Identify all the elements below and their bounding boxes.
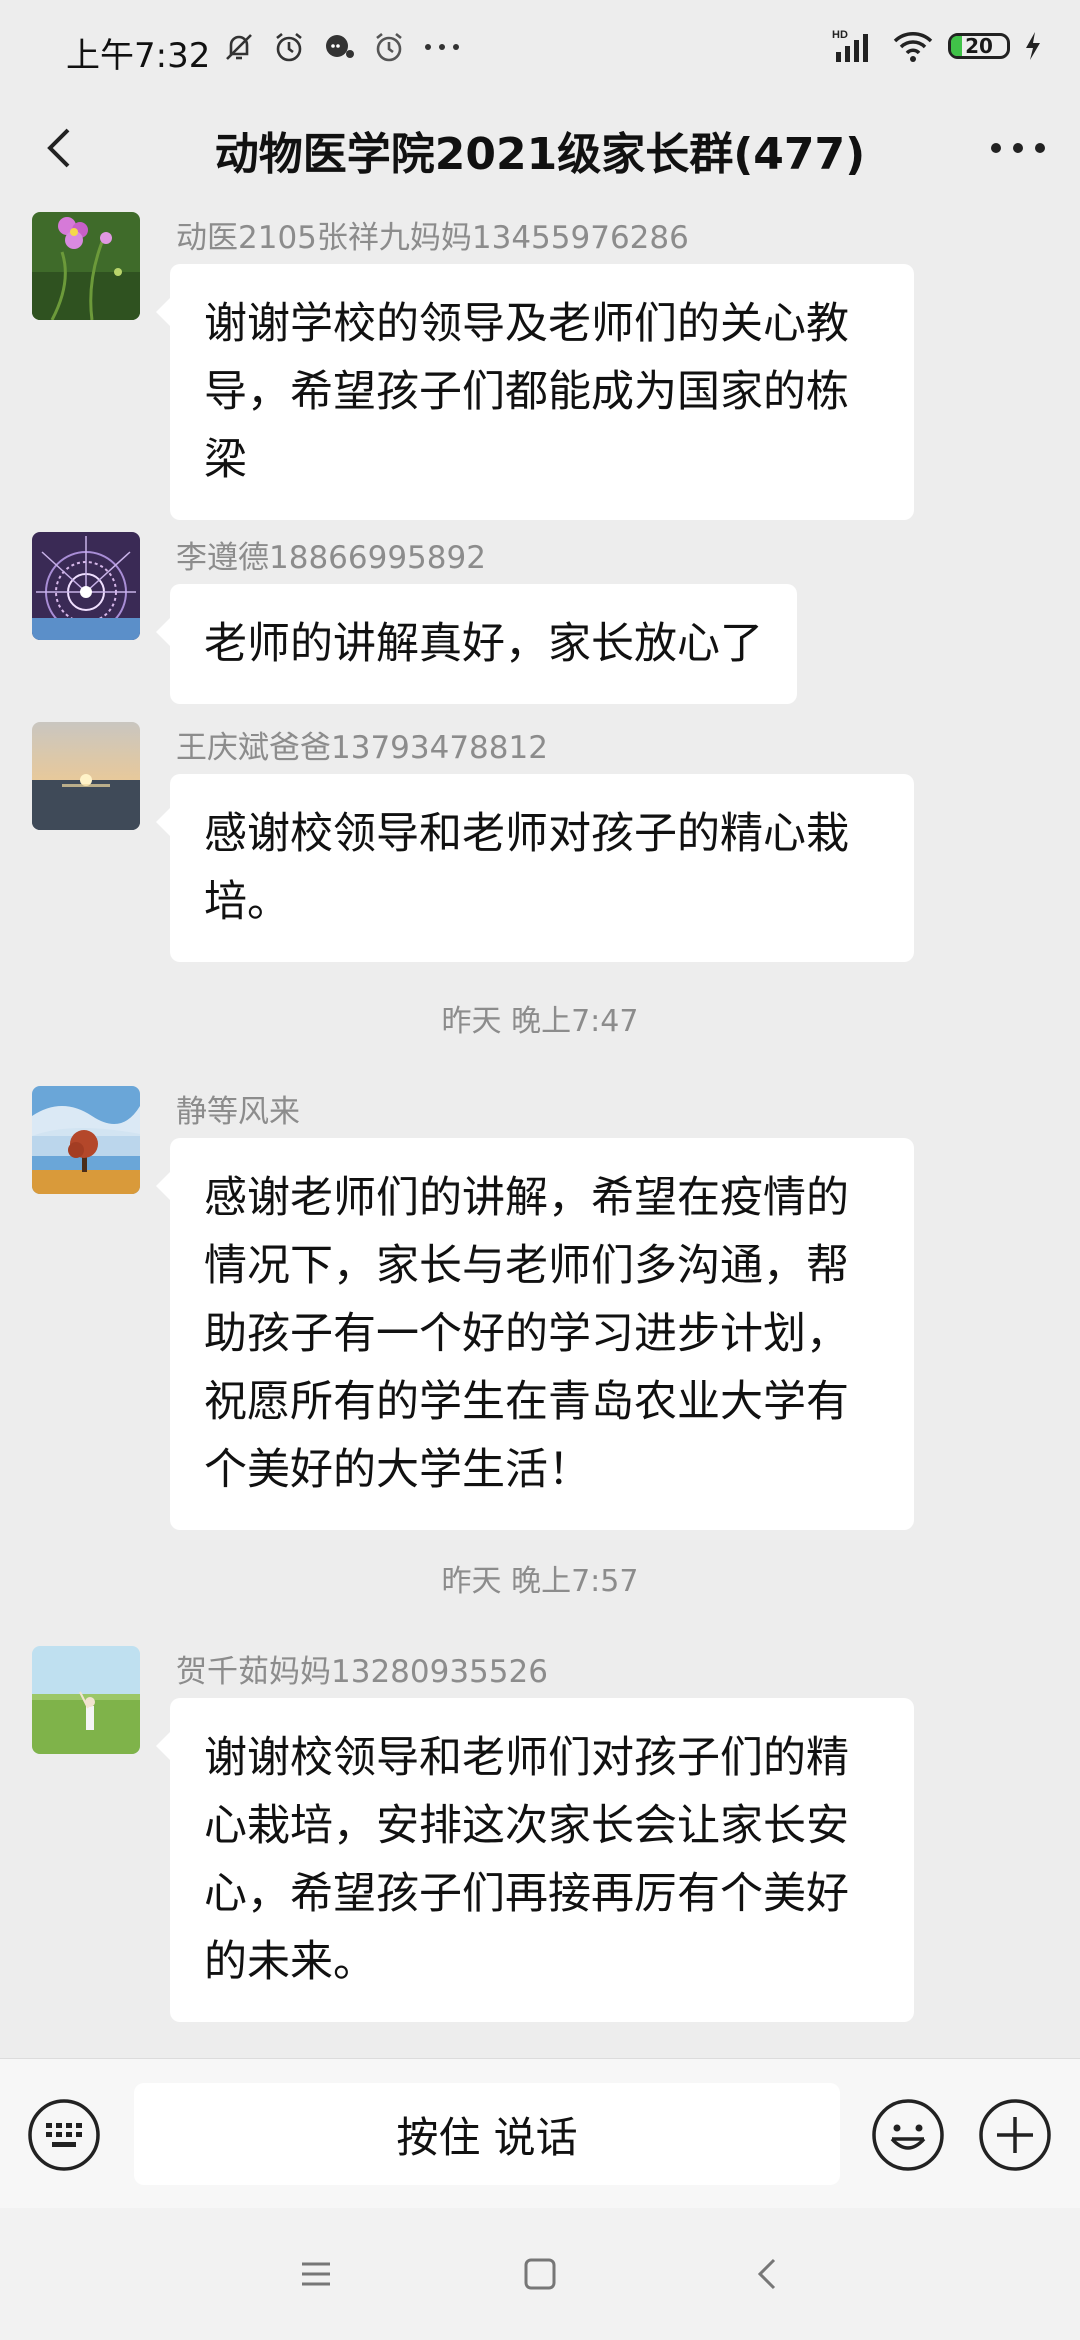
message-line: 老师的讲解真好，家长放心了 — [204, 619, 763, 669]
input-bar: 按住 说话 — [0, 2058, 1080, 2209]
status-notification-icons — [222, 30, 462, 64]
message-list[interactable]: 动医2105张祥九妈妈13455976286 谢谢学校的领导及老师们的关心教 导… — [0, 196, 1080, 2058]
message-line: 感谢老师们的讲解，希望在疫情的 — [204, 1173, 849, 1223]
sender-name: 李遵德18866995892 — [176, 540, 486, 576]
battery-indicator: 20 — [948, 33, 1010, 59]
message-line: 助孩子有一个好的学习进步计划， — [204, 1309, 849, 1359]
system-navigation-bar — [0, 2208, 1080, 2340]
timestamp: 昨天 晚上7:47 — [441, 1004, 639, 1039]
sender-name: 王庆斌爸爸13793478812 — [176, 730, 548, 766]
message-bubble[interactable]: 谢谢学校的领导及老师们的关心教 导，希望孩子们都能成为国家的栋 梁 — [156, 264, 914, 520]
menu-icon[interactable] — [294, 2252, 338, 2296]
more-actions-button[interactable] — [977, 2097, 1053, 2173]
message-line: 个美好的大学生活！ — [204, 1445, 591, 1495]
avatar-tree[interactable] — [32, 1086, 140, 1194]
bell-off-icon — [226, 34, 252, 60]
keyboard-toggle-button[interactable] — [26, 2097, 102, 2173]
message-bubble[interactable]: 谢谢校领导和老师们对孩子们的精 心栽培，安排这次家长会让家长安 心，希望孩子们再… — [156, 1698, 914, 2022]
message-line: 感谢校领导和老师对孩子的精心栽 — [204, 809, 849, 859]
alarm-icon — [276, 32, 302, 62]
avatar-sunset[interactable] — [32, 722, 140, 830]
message-line: 谢谢校领导和老师们对孩子们的精 — [204, 1733, 849, 1783]
chat-header: 动物医学院2021级家长群(477) — [0, 100, 1080, 196]
chat-bubble-icon — [326, 35, 354, 58]
back-nav-icon[interactable] — [746, 2252, 790, 2296]
sender-name: 动医2105张祥九妈妈13455976286 — [176, 220, 689, 256]
message-line: 的未来。 — [204, 1937, 376, 1987]
more-dots-icon — [425, 44, 459, 50]
battery-level: 20 — [965, 34, 993, 58]
message-line: 导，希望孩子们都能成为国家的栋 — [204, 367, 849, 417]
timestamp: 昨天 晚上7:57 — [441, 1564, 639, 1599]
emoji-button[interactable] — [870, 2097, 946, 2173]
message-line: 心栽培，安排这次家长会让家长安 — [204, 1801, 849, 1851]
sender-name: 静等风来 — [176, 1094, 300, 1130]
svg-text:HD: HD — [832, 29, 848, 41]
message-bubble[interactable]: 感谢校领导和老师对孩子的精心栽 培。 — [156, 774, 914, 962]
chat-title: 动物医学院2021级家长群(477) — [214, 129, 866, 180]
avatar-meadow[interactable] — [32, 1646, 140, 1754]
hold-to-talk-button[interactable]: 按住 说话 — [134, 2083, 840, 2185]
alarm-icon-2 — [376, 32, 402, 62]
message-line: 梁 — [204, 435, 247, 485]
message-line: 祝愿所有的学生在青岛农业大学有 — [204, 1377, 849, 1427]
home-icon[interactable] — [518, 2252, 562, 2296]
battery-fill — [951, 36, 963, 56]
message-bubble[interactable]: 感谢老师们的讲解，希望在疫情的 情况下，家长与老师们多沟通，帮 助孩子有一个好的… — [156, 1138, 914, 1530]
avatar-fireworks[interactable] — [32, 532, 140, 640]
message-bubble[interactable]: 老师的讲解真好，家长放心了 — [156, 584, 797, 704]
message-line: 谢谢学校的领导及老师们的关心教 — [204, 299, 849, 349]
charging-icon — [1026, 32, 1040, 60]
message-line: 心，希望孩子们再接再厉有个美好 — [204, 1869, 849, 1919]
more-options-button[interactable] — [986, 118, 1050, 178]
status-bar: 上午7:32 HD 20 — [0, 0, 1080, 100]
wifi-icon — [893, 32, 933, 62]
status-system-icons: HD 20 — [832, 28, 1042, 64]
signal-icon: HD — [832, 29, 868, 62]
sender-name: 贺千茹妈妈13280935526 — [176, 1654, 548, 1690]
message-line: 培。 — [204, 877, 290, 927]
status-time: 上午7:32 — [66, 36, 211, 76]
avatar-flower[interactable] — [32, 212, 140, 320]
message-line: 情况下，家长与老师们多沟通，帮 — [204, 1241, 849, 1291]
